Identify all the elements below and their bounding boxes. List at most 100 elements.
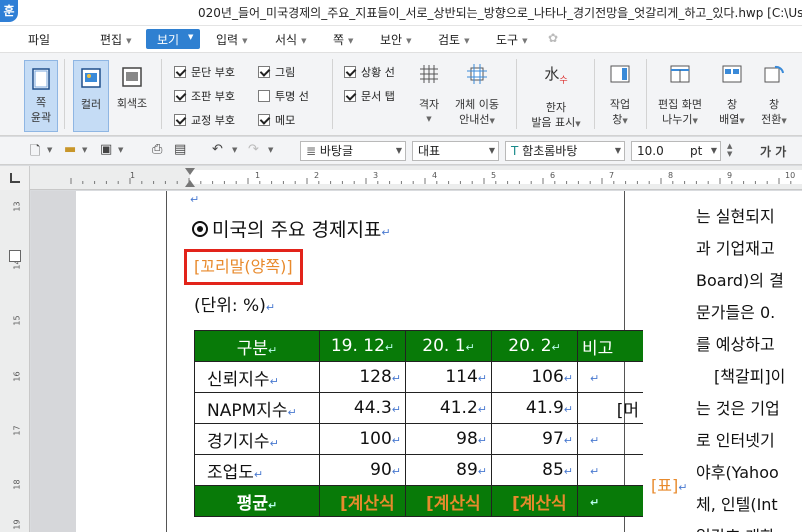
memo-checkbox[interactable]: 메모 — [258, 113, 295, 129]
hanja-pronunciation-button[interactable]: 水수 한자 발음 표시▼ — [524, 63, 588, 133]
formula-field[interactable]: [계산식 — [405, 485, 492, 517]
table-cell[interactable]: 106↵ — [491, 361, 578, 393]
print-icon[interactable]: ⎙ — [152, 142, 162, 157]
table-cell[interactable]: 41.9↵ — [491, 392, 578, 424]
menu-review[interactable]: 검토 ▼ — [438, 31, 469, 48]
menu-format[interactable]: 서식 ▼ — [275, 31, 306, 48]
split-screen-button[interactable]: 편집 화면 나누기▼ — [652, 63, 708, 133]
table-cell[interactable]: 90↵ — [319, 454, 406, 486]
bookmark-field-line[interactable]: [책갈피]이 — [714, 363, 785, 387]
para-mark-checkbox[interactable]: 문단 부호 — [174, 65, 235, 81]
table-header-cell[interactable]: 구분↵ — [194, 330, 320, 362]
transparent-line-checkbox[interactable]: 투명 선 — [258, 89, 309, 105]
table-cell[interactable]: 조업도↵ — [194, 454, 320, 486]
table-cell[interactable]: 100↵ — [319, 423, 406, 455]
grid-checkbox[interactable]: 그림 — [258, 65, 295, 81]
table-cell[interactable]: NAPM지수↵ — [194, 392, 320, 424]
chevron-down-icon[interactable]: ▼ — [47, 146, 52, 154]
work-window-button[interactable]: 작업 창▼ — [602, 63, 638, 133]
ruler-corner[interactable] — [0, 166, 30, 190]
switch-window-button[interactable]: 창 전환▼ — [754, 63, 794, 133]
proof-mark-checkbox[interactable]: 교정 부호 — [174, 113, 235, 129]
vertical-ruler[interactable]: 13 14 15 16 17 18 19 — [0, 190, 30, 532]
menu-tools[interactable]: 도구 ▼ — [496, 31, 527, 48]
grid-button[interactable]: 격자 ▼ — [412, 63, 446, 133]
menu-security[interactable]: 보안 ▼ — [380, 31, 411, 48]
font-size-input[interactable]: 10.0 pt ▼ — [631, 141, 721, 161]
table-cell[interactable]: 128↵ — [319, 361, 406, 393]
table-cell[interactable]: ↵ — [577, 454, 643, 486]
table-cell[interactable]: 44.3↵ — [319, 392, 406, 424]
object-move-guide-button[interactable]: 개체 이동 안내선▼ — [448, 63, 506, 133]
doc-tab-checkbox[interactable]: 문서 탭 — [344, 89, 395, 105]
page-outline-button[interactable]: 쪽 윤곽 — [24, 60, 58, 132]
formula-field[interactable]: [계산식 — [319, 485, 406, 517]
grayscale-view-button[interactable]: 회색조 — [112, 60, 152, 132]
chevron-down-icon[interactable]: ▼ — [268, 146, 273, 154]
body-text-line[interactable]: 과 기업재고 — [696, 235, 775, 259]
style-select[interactable]: ≣ 바탕글 ▼ — [300, 141, 406, 161]
table-cell[interactable]: ↵ — [577, 423, 643, 455]
size-up-icon[interactable]: ▲ — [727, 142, 732, 150]
table-cell[interactable]: [머 — [577, 392, 643, 424]
body-text-line[interactable]: 체, 인텔(Int — [696, 491, 778, 515]
body-text-line[interactable]: 일각호 개화 — [696, 523, 775, 532]
font-select[interactable]: T 함초롬바탕 ▼ — [505, 141, 625, 161]
table-cell[interactable]: ↵ — [577, 361, 643, 393]
v-ruler-marker-icon[interactable] — [9, 250, 21, 262]
table-cell[interactable]: 89↵ — [405, 454, 492, 486]
print-preview-icon[interactable]: ▤ — [174, 142, 186, 157]
status-line-checkbox[interactable]: 상황 선 — [344, 65, 395, 81]
document-page[interactable]: ↵ 미국의 주요 경제지표↵ [꼬리말(양쪽)] (단위: %)↵ 구분↵ 19… — [76, 191, 802, 532]
chevron-down-icon[interactable]: ▼ — [118, 146, 123, 154]
ribbon-settings-icon[interactable]: ✿ — [548, 31, 558, 45]
formula-field[interactable]: [계산식 — [491, 485, 578, 517]
bold-italic-buttons[interactable]: 가 가 — [760, 143, 786, 160]
table-cell[interactable]: 98↵ — [405, 423, 492, 455]
table-cell[interactable]: 신뢰지수↵ — [194, 361, 320, 393]
horizontal-ruler[interactable]: 1 1 2 3 4 5 6 7 8 9 10 — [30, 166, 802, 190]
body-text-line[interactable]: 는 것은 기업 — [696, 395, 780, 419]
chevron-down-icon[interactable]: ▼ — [82, 146, 87, 154]
menu-file[interactable]: 파일 — [28, 31, 50, 48]
table-header-cell[interactable]: 19. 12↵ — [319, 330, 406, 362]
app-logo-icon[interactable]: 훈 — [0, 0, 18, 22]
body-text-line[interactable]: 문가들은 0. — [696, 299, 775, 323]
table-header-cell[interactable]: 20. 2↵ — [491, 330, 578, 362]
body-text-line[interactable]: 는 실현되지 — [696, 203, 775, 227]
color-view-button[interactable]: 컬러 — [73, 60, 109, 132]
menu-edit[interactable]: 편집 ▼ — [100, 31, 131, 48]
table-field-tag[interactable]: [표]↵ — [651, 472, 687, 496]
table-footer-cell[interactable]: 평균↵ — [194, 485, 320, 517]
body-text-line[interactable]: 야후(Yahoo — [696, 459, 779, 483]
table-footer-cell[interactable]: ↵ — [577, 485, 643, 517]
table-header-cell[interactable]: 비고 — [577, 330, 643, 362]
chevron-down-icon[interactable]: ▼ — [232, 146, 237, 154]
document-area[interactable]: ↵ 미국의 주요 경제지표↵ [꼬리말(양쪽)] (단위: %)↵ 구분↵ 19… — [31, 191, 802, 532]
new-document-icon[interactable]: 🗋 — [30, 142, 40, 164]
indent-marker-icon[interactable] — [185, 168, 195, 175]
size-down-icon[interactable]: ▼ — [727, 150, 732, 158]
redo-icon[interactable]: ↷ — [248, 142, 259, 157]
open-folder-icon[interactable]: ▬ — [64, 142, 76, 157]
indent-marker-icon[interactable] — [185, 180, 195, 187]
body-text-line[interactable]: 를 예상하고 — [696, 331, 775, 355]
menu-view[interactable]: 보기 ▼ — [146, 29, 200, 49]
undo-icon[interactable]: ↶ — [212, 142, 223, 157]
arrange-window-button[interactable]: 창 배열▼ — [712, 63, 752, 133]
body-text-line[interactable]: 로 인터넷기 — [696, 427, 775, 451]
table-cell[interactable]: 85↵ — [491, 454, 578, 486]
language-select[interactable]: 대표 ▼ — [412, 141, 499, 161]
save-icon[interactable]: ▣ — [100, 142, 112, 157]
economic-indicator-table[interactable]: 구분↵ 19. 12↵ 20. 1↵ 20. 2↵ 비고 신뢰지수↵ 128↵ … — [194, 330, 643, 517]
chevron-down-icon: ▼ — [242, 37, 248, 45]
menu-page[interactable]: 쪽 ▼ — [333, 31, 353, 48]
table-cell[interactable]: 114↵ — [405, 361, 492, 393]
table-cell[interactable]: 41.2↵ — [405, 392, 492, 424]
table-cell[interactable]: 경기지수↵ — [194, 423, 320, 455]
body-text-line[interactable]: Board)의 결 — [696, 267, 784, 291]
format-mark-checkbox[interactable]: 조판 부호 — [174, 89, 235, 105]
menu-input[interactable]: 입력 ▼ — [216, 31, 247, 48]
table-cell[interactable]: 97↵ — [491, 423, 578, 455]
table-header-cell[interactable]: 20. 1↵ — [405, 330, 492, 362]
